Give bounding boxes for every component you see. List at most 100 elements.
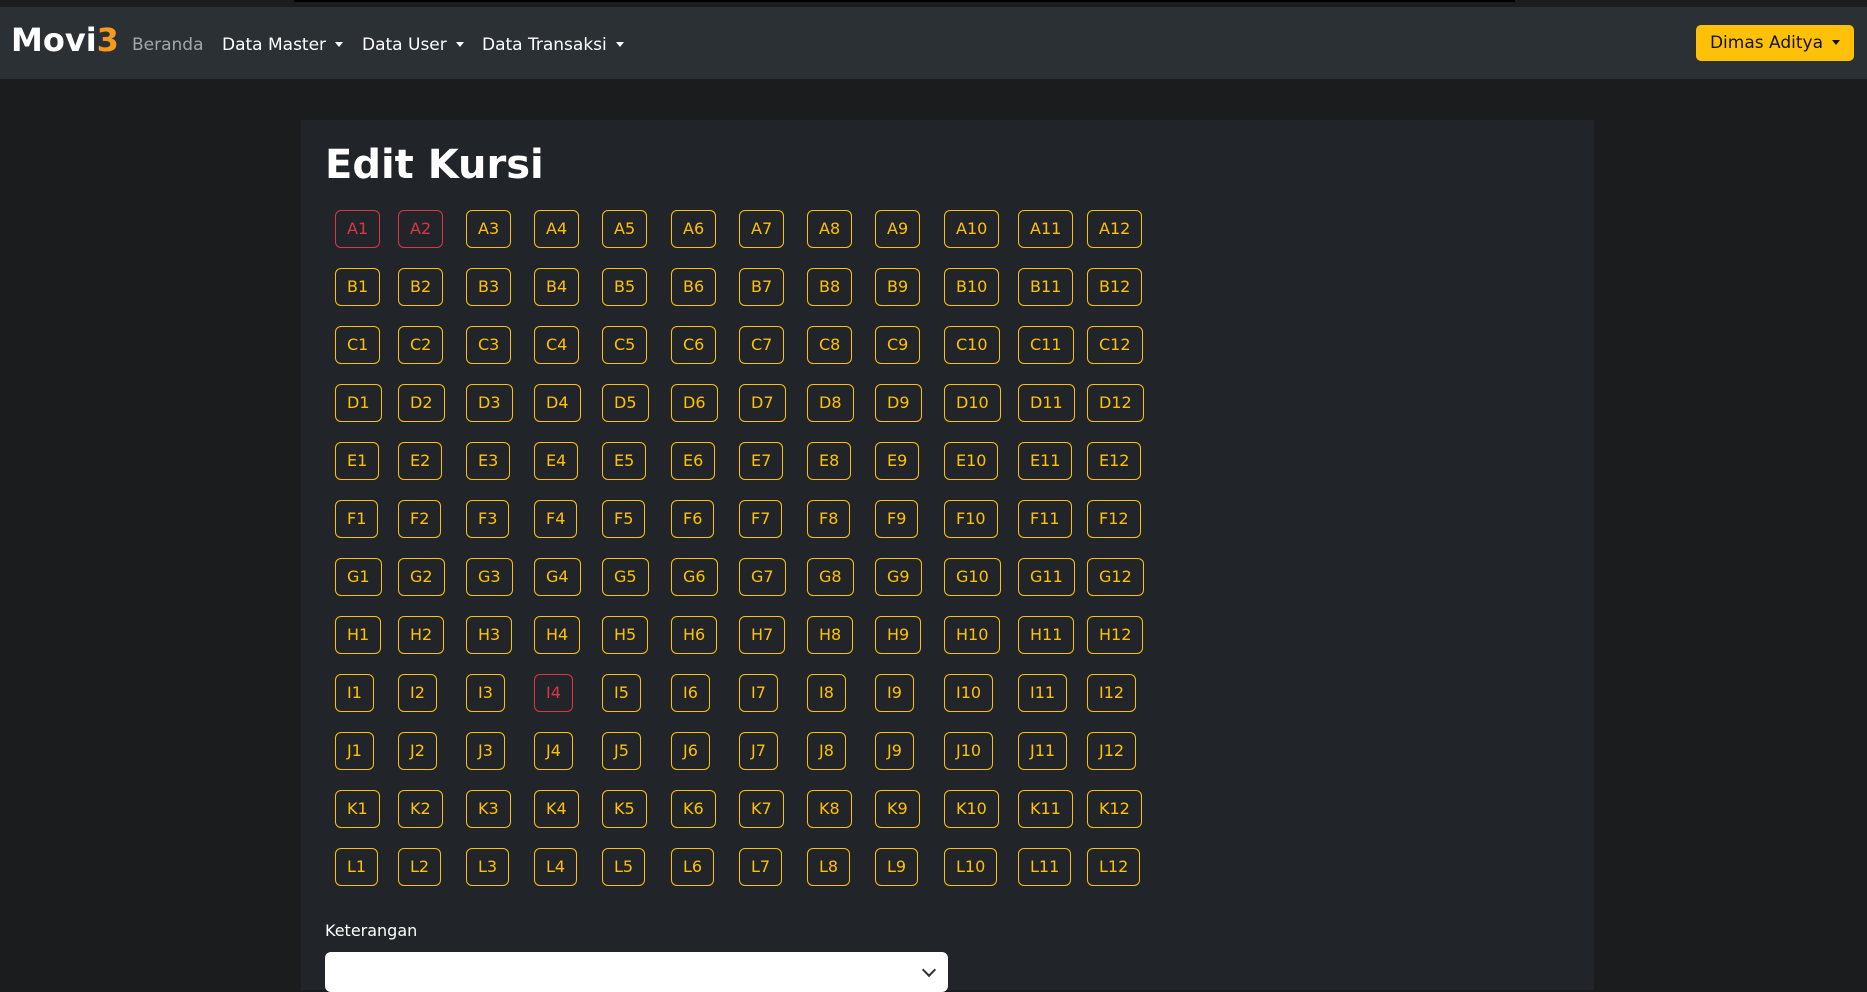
seat-button-l3[interactable]: L3 <box>466 848 510 886</box>
seat-button-a9[interactable]: A9 <box>875 210 921 248</box>
seat-button-g10[interactable]: G10 <box>944 558 1001 596</box>
seat-button-l12[interactable]: L12 <box>1087 848 1141 886</box>
seat-button-f11[interactable]: F11 <box>1018 500 1072 538</box>
seat-button-i3[interactable]: I3 <box>466 674 505 712</box>
seat-button-l11[interactable]: L11 <box>1018 848 1072 886</box>
seat-button-a8[interactable]: A8 <box>807 210 853 248</box>
seat-button-i6[interactable]: I6 <box>671 674 710 712</box>
seat-button-c12[interactable]: C12 <box>1087 326 1143 364</box>
seat-button-j2[interactable]: J2 <box>398 732 437 770</box>
seat-button-a12[interactable]: A12 <box>1087 210 1143 248</box>
seat-button-l9[interactable]: L9 <box>875 848 919 886</box>
seat-button-c1[interactable]: C1 <box>335 326 381 364</box>
seat-button-f5[interactable]: F5 <box>602 500 646 538</box>
seat-button-g6[interactable]: G6 <box>671 558 718 596</box>
seat-button-h2[interactable]: H2 <box>398 616 445 654</box>
seat-button-f10[interactable]: F10 <box>944 500 998 538</box>
seat-button-j8[interactable]: J8 <box>807 732 846 770</box>
seat-button-l1[interactable]: L1 <box>335 848 379 886</box>
seat-button-g12[interactable]: G12 <box>1087 558 1144 596</box>
seat-button-k4[interactable]: K4 <box>534 790 579 828</box>
seat-button-g1[interactable]: G1 <box>335 558 382 596</box>
keterangan-select[interactable] <box>325 952 948 992</box>
seat-button-b11[interactable]: B11 <box>1018 268 1074 306</box>
seat-button-j12[interactable]: J12 <box>1087 732 1137 770</box>
seat-button-e2[interactable]: E2 <box>398 442 443 480</box>
seat-button-j10[interactable]: J10 <box>944 732 994 770</box>
seat-button-b8[interactable]: B8 <box>807 268 853 306</box>
seat-button-k10[interactable]: K10 <box>944 790 999 828</box>
seat-button-h12[interactable]: H12 <box>1087 616 1144 654</box>
seat-button-g3[interactable]: G3 <box>466 558 513 596</box>
seat-button-a7[interactable]: A7 <box>739 210 785 248</box>
seat-button-j6[interactable]: J6 <box>671 732 710 770</box>
seat-button-j7[interactable]: J7 <box>739 732 778 770</box>
seat-button-a3[interactable]: A3 <box>466 210 512 248</box>
seat-button-c9[interactable]: C9 <box>875 326 921 364</box>
seat-button-k9[interactable]: K9 <box>875 790 920 828</box>
seat-button-e6[interactable]: E6 <box>671 442 716 480</box>
seat-button-k1[interactable]: K1 <box>335 790 380 828</box>
seat-button-a2[interactable]: A2 <box>398 210 444 248</box>
seat-button-h8[interactable]: H8 <box>807 616 854 654</box>
seat-button-f6[interactable]: F6 <box>671 500 715 538</box>
seat-button-a11[interactable]: A11 <box>1018 210 1074 248</box>
seat-button-e9[interactable]: E9 <box>875 442 920 480</box>
seat-button-c2[interactable]: C2 <box>398 326 444 364</box>
seat-button-i5[interactable]: I5 <box>602 674 641 712</box>
seat-button-h1[interactable]: H1 <box>335 616 382 654</box>
seat-button-g5[interactable]: G5 <box>602 558 649 596</box>
seat-button-i10[interactable]: I10 <box>944 674 994 712</box>
seat-button-h7[interactable]: H7 <box>739 616 786 654</box>
nav-data-master[interactable]: Data Master <box>222 33 344 57</box>
seat-button-f8[interactable]: F8 <box>807 500 851 538</box>
seat-button-g9[interactable]: G9 <box>875 558 922 596</box>
seat-button-b1[interactable]: B1 <box>335 268 381 306</box>
seat-button-h9[interactable]: H9 <box>875 616 922 654</box>
seat-button-i2[interactable]: I2 <box>398 674 437 712</box>
seat-button-e7[interactable]: E7 <box>739 442 784 480</box>
seat-button-i8[interactable]: I8 <box>807 674 846 712</box>
nav-data-user[interactable]: Data User <box>362 33 464 57</box>
seat-button-f7[interactable]: F7 <box>739 500 783 538</box>
seat-button-b2[interactable]: B2 <box>398 268 444 306</box>
seat-button-f1[interactable]: F1 <box>335 500 379 538</box>
seat-button-l2[interactable]: L2 <box>398 848 442 886</box>
seat-button-d12[interactable]: D12 <box>1087 384 1144 422</box>
seat-button-b9[interactable]: B9 <box>875 268 921 306</box>
seat-button-k6[interactable]: K6 <box>671 790 716 828</box>
seat-button-i11[interactable]: I11 <box>1018 674 1068 712</box>
seat-button-c8[interactable]: C8 <box>807 326 853 364</box>
seat-button-h5[interactable]: H5 <box>602 616 649 654</box>
seat-button-l10[interactable]: L10 <box>944 848 998 886</box>
seat-button-i7[interactable]: I7 <box>739 674 778 712</box>
seat-button-f12[interactable]: F12 <box>1087 500 1141 538</box>
seat-button-c5[interactable]: C5 <box>602 326 648 364</box>
seat-button-b5[interactable]: B5 <box>602 268 648 306</box>
seat-button-a1[interactable]: A1 <box>335 210 381 248</box>
seat-button-j9[interactable]: J9 <box>875 732 914 770</box>
seat-button-j3[interactable]: J3 <box>466 732 505 770</box>
seat-button-b4[interactable]: B4 <box>534 268 580 306</box>
seat-button-a6[interactable]: A6 <box>671 210 717 248</box>
seat-button-h10[interactable]: H10 <box>944 616 1001 654</box>
seat-button-j11[interactable]: J11 <box>1018 732 1068 770</box>
seat-button-k12[interactable]: K12 <box>1087 790 1142 828</box>
seat-button-e1[interactable]: E1 <box>335 442 380 480</box>
seat-button-c6[interactable]: C6 <box>671 326 717 364</box>
seat-button-d8[interactable]: D8 <box>807 384 854 422</box>
seat-button-i12[interactable]: I12 <box>1087 674 1137 712</box>
seat-button-b12[interactable]: B12 <box>1087 268 1143 306</box>
seat-button-b7[interactable]: B7 <box>739 268 785 306</box>
seat-button-e5[interactable]: E5 <box>602 442 647 480</box>
seat-button-j5[interactable]: J5 <box>602 732 641 770</box>
seat-button-h3[interactable]: H3 <box>466 616 513 654</box>
seat-button-a5[interactable]: A5 <box>602 210 648 248</box>
seat-button-d9[interactable]: D9 <box>875 384 922 422</box>
seat-button-d11[interactable]: D11 <box>1018 384 1075 422</box>
user-menu-button[interactable]: Dimas Aditya <box>1695 25 1854 61</box>
seat-button-e11[interactable]: E11 <box>1018 442 1073 480</box>
seat-button-d2[interactable]: D2 <box>398 384 445 422</box>
seat-button-d5[interactable]: D5 <box>602 384 649 422</box>
seat-button-e8[interactable]: E8 <box>807 442 852 480</box>
